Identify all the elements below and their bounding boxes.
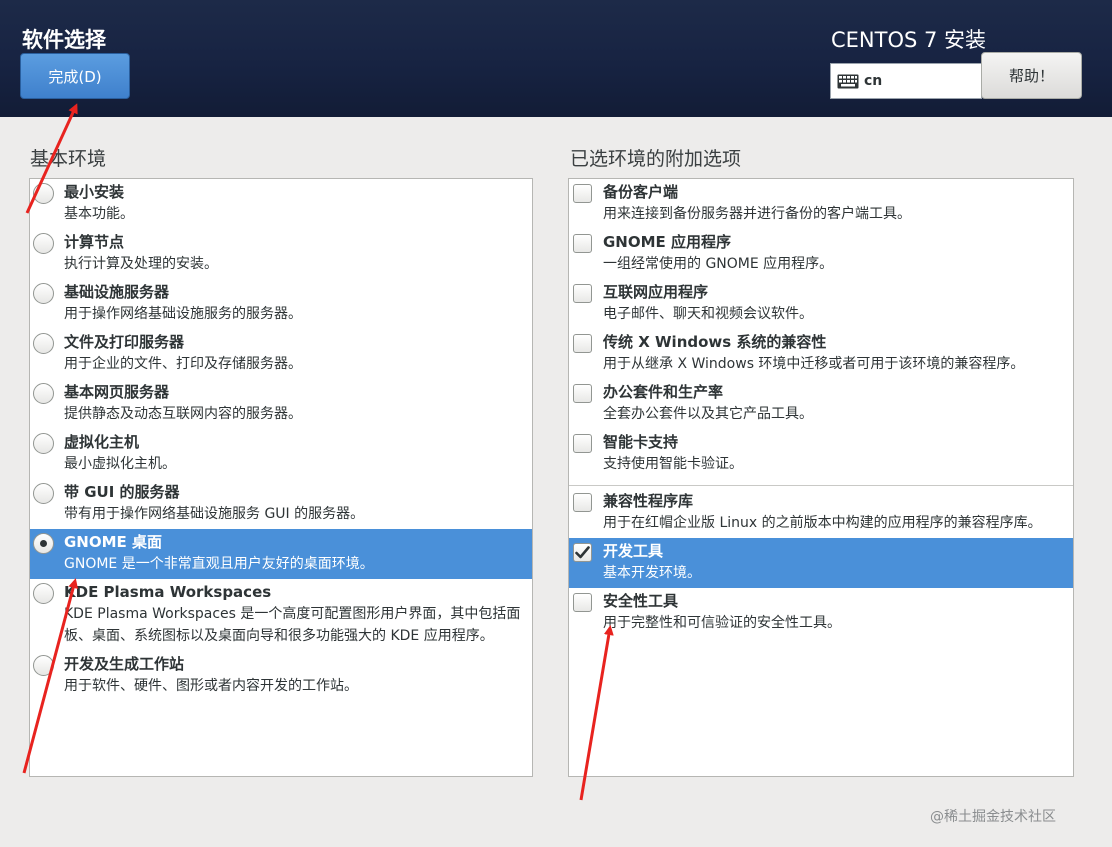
env-item-web-server[interactable]: 基本网页服务器 提供静态及动态互联网内容的服务器。 xyxy=(30,379,532,429)
addon-title: GNOME 应用程序 xyxy=(603,233,732,251)
keyboard-icon xyxy=(837,74,859,88)
radio-button-selected[interactable] xyxy=(33,533,54,554)
addon-item-dev-tools[interactable]: 开发工具 基本开发环境。 xyxy=(569,538,1073,588)
addon-item-internet-apps[interactable]: 互联网应用程序 电子邮件、聊天和视频会议软件。 xyxy=(569,279,1073,329)
radio-button[interactable] xyxy=(33,333,54,354)
addon-item-legacy-x[interactable]: 传统 X Windows 系统的兼容性 用于从继承 X Windows 环境中迁… xyxy=(569,329,1073,379)
help-button[interactable]: 帮助！ xyxy=(981,52,1082,99)
watermark: @稀土掘金技术社区 xyxy=(930,809,1056,825)
env-desc: 执行计算及处理的安装。 xyxy=(64,256,218,272)
env-desc: KDE Plasma Workspaces 是一个高度可配置图形用户界面，其中包… xyxy=(64,606,521,644)
env-desc: GNOME 是一个非常直观且用户友好的桌面环境。 xyxy=(64,556,374,572)
env-desc: 提供静态及动态互联网内容的服务器。 xyxy=(64,406,302,422)
env-item-kde-plasma[interactable]: KDE Plasma Workspaces KDE Plasma Workspa… xyxy=(30,579,532,651)
checkbox[interactable] xyxy=(573,493,592,512)
env-title: KDE Plasma Workspaces xyxy=(64,583,272,601)
checkbox[interactable] xyxy=(573,334,592,353)
addon-desc: 全套办公套件以及其它产品工具。 xyxy=(603,406,813,422)
env-item-server-with-gui[interactable]: 带 GUI 的服务器 带有用于操作网络基础设施服务 GUI 的服务器。 xyxy=(30,479,532,529)
env-desc: 用于软件、硬件、图形或者内容开发的工作站。 xyxy=(64,678,358,694)
done-button[interactable]: 完成(D) xyxy=(20,53,130,99)
env-title: 最小安装 xyxy=(64,183,125,201)
env-desc: 带有用于操作网络基础设施服务 GUI 的服务器。 xyxy=(64,506,365,522)
env-item-file-print-server[interactable]: 文件及打印服务器 用于企业的文件、打印及存储服务器。 xyxy=(30,329,532,379)
addon-title: 传统 X Windows 系统的兼容性 xyxy=(603,333,827,351)
env-title: 基本网页服务器 xyxy=(64,383,170,401)
list-separator xyxy=(569,485,1073,486)
env-desc: 用于操作网络基础设施服务的服务器。 xyxy=(64,306,302,322)
env-title: 计算节点 xyxy=(64,233,125,251)
checkbox[interactable] xyxy=(573,593,592,612)
addon-item-security-tools[interactable]: 安全性工具 用于完整性和可信验证的安全性工具。 xyxy=(569,588,1073,638)
addon-desc: 基本开发环境。 xyxy=(603,565,701,581)
base-environment-list: 最小安装 基本功能。 计算节点 执行计算及处理的安装。 基础设施服务器 用于操作… xyxy=(29,178,533,777)
addon-title: 兼容性程序库 xyxy=(603,492,694,510)
addon-item-compat-libraries[interactable]: 兼容性程序库 用于在红帽企业版 Linux 的之前版本中构建的应用程序的兼容程序… xyxy=(569,488,1073,538)
checkbox-checked[interactable] xyxy=(573,543,592,562)
addon-desc: 用于在红帽企业版 Linux 的之前版本中构建的应用程序的兼容程序库。 xyxy=(603,515,1042,531)
keyboard-layout-label: cn xyxy=(864,73,883,89)
addon-item-gnome-apps[interactable]: GNOME 应用程序 一组经常使用的 GNOME 应用程序。 xyxy=(569,229,1073,279)
env-item-development-workstation[interactable]: 开发及生成工作站 用于软件、硬件、图形或者内容开发的工作站。 xyxy=(30,651,532,701)
env-title: GNOME 桌面 xyxy=(64,533,163,551)
checkbox[interactable] xyxy=(573,384,592,403)
checkbox[interactable] xyxy=(573,234,592,253)
checkbox[interactable] xyxy=(573,284,592,303)
addon-item-backup-client[interactable]: 备份客户端 用来连接到备份服务器并进行备份的客户端工具。 xyxy=(569,179,1073,229)
env-item-minimal[interactable]: 最小安装 基本功能。 xyxy=(30,179,532,229)
env-title: 带 GUI 的服务器 xyxy=(64,483,180,501)
radio-button[interactable] xyxy=(33,383,54,404)
checkbox[interactable] xyxy=(573,434,592,453)
addon-item-smart-card[interactable]: 智能卡支持 支持使用智能卡验证。 xyxy=(569,429,1073,479)
checkbox[interactable] xyxy=(573,184,592,203)
radio-button[interactable] xyxy=(33,283,54,304)
env-title: 基础设施服务器 xyxy=(64,283,170,301)
header-bar: 软件选择 完成(D) CENTOS 7 安装 cn 帮助！ xyxy=(0,0,1112,117)
radio-button[interactable] xyxy=(33,183,54,204)
env-item-compute-node[interactable]: 计算节点 执行计算及处理的安装。 xyxy=(30,229,532,279)
addon-list: 备份客户端 用来连接到备份服务器并进行备份的客户端工具。 GNOME 应用程序 … xyxy=(568,178,1074,777)
env-desc: 最小虚拟化主机。 xyxy=(64,456,176,472)
env-desc: 基本功能。 xyxy=(64,206,134,222)
radio-button[interactable] xyxy=(33,583,54,604)
env-desc: 用于企业的文件、打印及存储服务器。 xyxy=(64,356,302,372)
radio-button[interactable] xyxy=(33,433,54,454)
addon-desc: 支持使用智能卡验证。 xyxy=(603,456,743,472)
env-item-gnome-desktop[interactable]: GNOME 桌面 GNOME 是一个非常直观且用户友好的桌面环境。 xyxy=(30,529,532,579)
radio-button[interactable] xyxy=(33,233,54,254)
env-title: 文件及打印服务器 xyxy=(64,333,185,351)
addon-desc: 用于完整性和可信验证的安全性工具。 xyxy=(603,615,841,631)
keyboard-layout-indicator[interactable]: cn xyxy=(830,63,982,99)
product-title: CENTOS 7 安装 xyxy=(831,28,987,52)
addon-title: 办公套件和生产率 xyxy=(603,383,724,401)
env-item-virtualization-host[interactable]: 虚拟化主机 最小虚拟化主机。 xyxy=(30,429,532,479)
env-title: 虚拟化主机 xyxy=(64,433,140,451)
addon-item-office-suite[interactable]: 办公套件和生产率 全套办公套件以及其它产品工具。 xyxy=(569,379,1073,429)
addon-title: 备份客户端 xyxy=(603,183,679,201)
addon-desc: 一组经常使用的 GNOME 应用程序。 xyxy=(603,256,834,272)
radio-button[interactable] xyxy=(33,655,54,676)
addon-title: 安全性工具 xyxy=(603,592,679,610)
checkmark-icon xyxy=(575,546,590,559)
addon-desc: 用于从继承 X Windows 环境中迁移或者可用于该环境的兼容程序。 xyxy=(603,356,1025,372)
addon-title: 互联网应用程序 xyxy=(603,283,709,301)
page-title: 软件选择 xyxy=(22,28,106,52)
addon-title: 智能卡支持 xyxy=(603,433,679,451)
addon-title: 开发工具 xyxy=(603,542,664,560)
base-environment-heading: 基本环境 xyxy=(30,148,107,170)
env-title: 开发及生成工作站 xyxy=(64,655,185,673)
addon-desc: 用来连接到备份服务器并进行备份的客户端工具。 xyxy=(603,206,911,222)
addon-desc: 电子邮件、聊天和视频会议软件。 xyxy=(603,306,813,322)
addons-heading: 已选环境的附加选项 xyxy=(570,148,742,170)
radio-button[interactable] xyxy=(33,483,54,504)
env-item-infrastructure-server[interactable]: 基础设施服务器 用于操作网络基础设施服务的服务器。 xyxy=(30,279,532,329)
